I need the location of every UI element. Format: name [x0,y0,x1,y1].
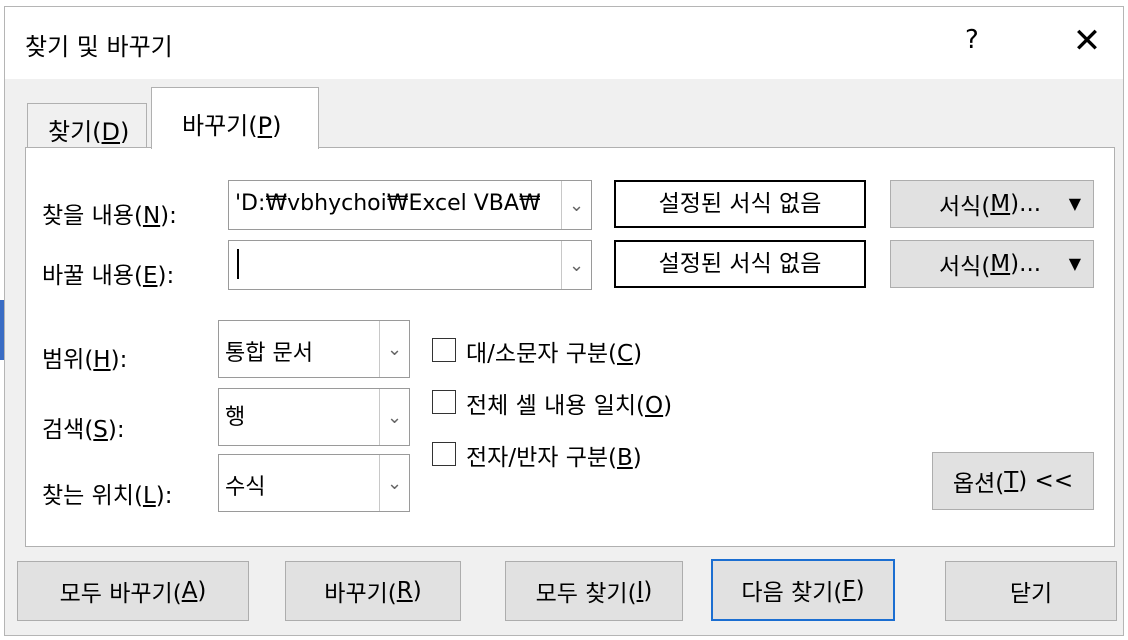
find-what-combobox[interactable]: 'D:₩vbhychoi₩Excel VBA₩ ⌄ [228,180,592,230]
within-select[interactable]: 통합 문서 ⌄ [218,320,410,378]
replace-format-button[interactable]: 서식(M)... ▼ [890,240,1094,288]
chevron-down-icon[interactable]: ⌄ [561,241,591,289]
replace-button[interactable]: 바꾸기(R) [285,561,461,621]
find-format-preview: 설정된 서식 없음 [614,180,866,228]
match-byte-checkbox[interactable] [432,442,456,466]
dropdown-arrow-icon[interactable]: ▼ [1069,194,1081,213]
options-button[interactable]: 옵션(T) << [932,452,1094,510]
find-next-button[interactable]: 다음 찾기(F) [711,559,895,621]
help-button[interactable]: ? [965,25,979,55]
dropdown-arrow-icon[interactable]: ▼ [1069,254,1081,273]
match-case-label[interactable]: 대/소문자 구분(C) [466,334,642,368]
tab-find-accesskey: D [101,118,121,146]
match-case-checkbox[interactable] [432,338,456,362]
title-bar: 찾기 및 바꾸기 ? ✕ [5,7,1123,79]
search-label: 검색(S): [42,417,125,443]
within-label: 범위(H): [42,347,128,373]
look-in-label: 찾는 위치(L): [42,483,173,509]
close-icon[interactable]: ✕ [1067,21,1107,61]
within-value: 통합 문서 [225,341,313,366]
replace-format-preview: 설정된 서식 없음 [614,240,866,288]
chevron-down-icon[interactable]: ⌄ [561,181,591,229]
text-cursor [237,249,239,279]
match-entire-cell-checkbox[interactable] [432,390,456,414]
match-byte-label[interactable]: 전자/반자 구분(B) [466,438,642,472]
search-select[interactable]: 행 ⌄ [218,388,410,446]
look-in-value: 수식 [225,475,266,500]
tab-replace[interactable]: 바꾸기(P) [151,87,319,149]
find-what-label: 찾을 내용(N): [42,203,177,229]
chevron-down-icon[interactable]: ⌄ [379,455,409,511]
find-format-button[interactable]: 서식(M)... ▼ [890,180,1094,228]
search-value: 행 [225,405,246,430]
tab-replace-label-end: ) [272,112,282,140]
replace-all-button[interactable]: 모두 바꾸기(A) [17,561,249,621]
replace-with-combobox[interactable]: ⌄ [228,240,592,290]
tab-find-label-end: ) [120,118,130,146]
find-replace-dialog: 찾기 및 바꾸기 ? ✕ 찾기(D) 바꾸기(P) 찾을 내용(N): 'D:₩… [4,6,1124,636]
dialog-title: 찾기 및 바꾸기 [25,33,173,61]
replace-panel: 찾을 내용(N): 'D:₩vbhychoi₩Excel VBA₩ ⌄ 설정된 … [25,147,1115,547]
look-in-select[interactable]: 수식 ⌄ [218,454,410,512]
chevron-down-icon[interactable]: ⌄ [379,389,409,445]
find-what-input[interactable]: 'D:₩vbhychoi₩Excel VBA₩ [235,191,553,216]
tab-replace-accesskey: P [257,112,273,140]
find-all-button[interactable]: 모두 찾기(I) [505,561,683,621]
close-button[interactable]: 닫기 [945,561,1117,621]
match-entire-cell-label[interactable]: 전체 셀 내용 일치(O) [466,386,672,420]
tab-replace-label: 바꾸기( [182,112,258,140]
tab-find-label: 찾기( [48,118,102,146]
replace-with-label: 바꿀 내용(E): [42,263,175,289]
tab-find[interactable]: 찾기(D) [27,103,147,147]
chevron-down-icon[interactable]: ⌄ [379,321,409,377]
